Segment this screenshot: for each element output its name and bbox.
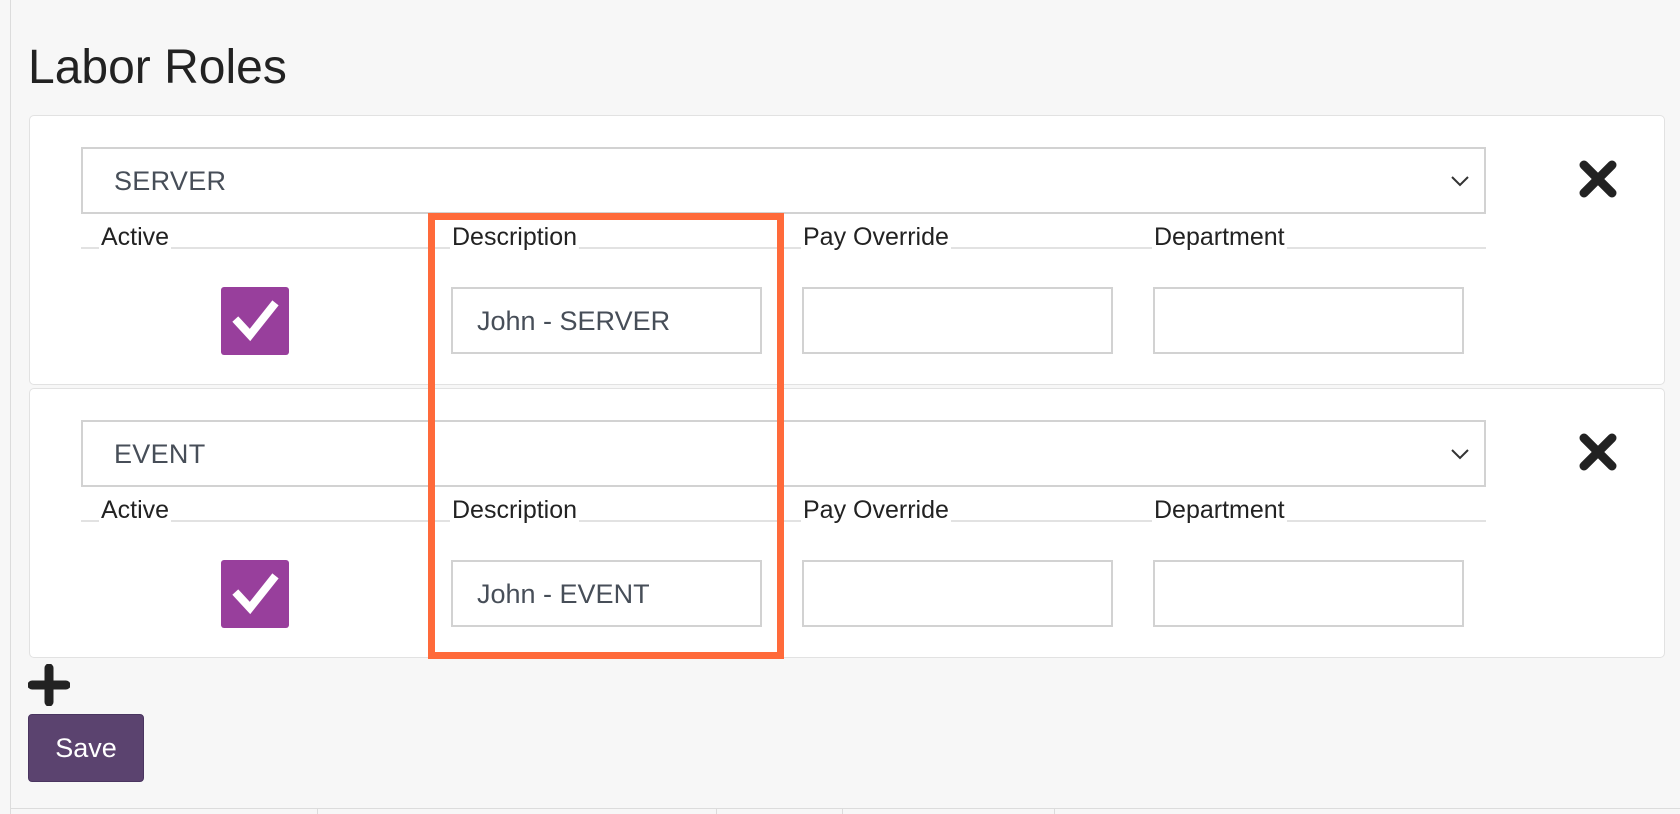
pay-override-label: Pay Override: [801, 222, 951, 252]
department-label: Department: [1152, 222, 1287, 252]
description-input[interactable]: John - SERVER: [451, 287, 762, 354]
chevron-down-icon: [1451, 449, 1469, 460]
role-select[interactable]: EVENT: [81, 420, 1486, 487]
close-icon[interactable]: [1577, 158, 1619, 200]
department-input[interactable]: [1153, 287, 1464, 354]
role-select-value: EVENT: [114, 439, 206, 469]
checkmark-icon: [232, 300, 279, 342]
department-label: Department: [1152, 495, 1287, 525]
plus-icon[interactable]: [28, 664, 70, 706]
description-value: John - SERVER: [477, 306, 671, 336]
description-label: Description: [450, 495, 580, 525]
description-value: John - EVENT: [477, 579, 650, 609]
table-divider: [716, 808, 717, 814]
table-divider: [1054, 808, 1055, 814]
active-checkbox[interactable]: [221, 560, 289, 628]
labor-role-card: EVENT Active Description Pay Override De…: [29, 388, 1665, 658]
checkmark-icon: [232, 573, 279, 615]
active-checkbox[interactable]: [221, 287, 289, 355]
page-title: Labor Roles: [28, 41, 287, 94]
pay-override-input[interactable]: [802, 287, 1113, 354]
role-select[interactable]: SERVER: [81, 147, 1486, 214]
pay-override-input[interactable]: [802, 560, 1113, 627]
department-input[interactable]: [1153, 560, 1464, 627]
table-divider: [842, 808, 843, 814]
labor-role-card: SERVER Active Description Pay Override D…: [29, 115, 1665, 385]
table-divider: [317, 808, 318, 814]
active-label: Active: [99, 495, 172, 525]
role-select-value: SERVER: [114, 166, 227, 196]
description-label: Description: [450, 222, 580, 252]
page-left-border: [10, 0, 11, 814]
page-bottom-border: [10, 808, 1680, 809]
active-label: Active: [99, 222, 172, 252]
description-input[interactable]: John - EVENT: [451, 560, 762, 627]
pay-override-label: Pay Override: [801, 495, 951, 525]
save-button[interactable]: Save: [28, 714, 144, 782]
chevron-down-icon: [1451, 176, 1469, 187]
close-icon[interactable]: [1577, 431, 1619, 473]
